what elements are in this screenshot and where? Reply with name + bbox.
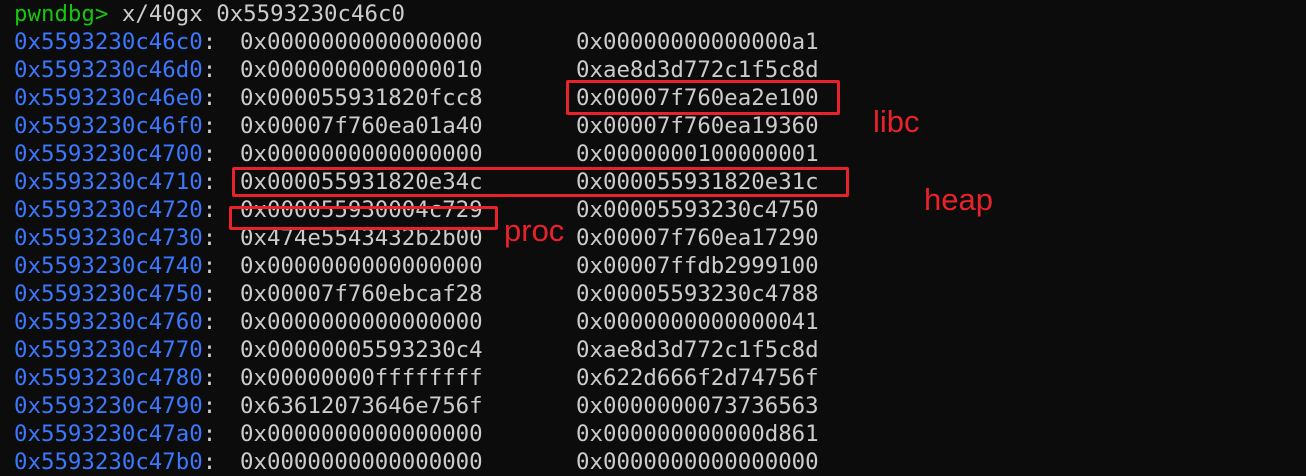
memory-value-1: 0x0000000000000000 (240, 421, 483, 447)
memory-value-1: 0x000055930004c729 (240, 197, 483, 223)
terminal-output: pwndbg> x/40gx 0x5593230c46c0 0x5593230c… (14, 0, 1306, 475)
memory-address: 0x5593230c4710 (14, 169, 203, 195)
memory-address: 0x5593230c4780 (14, 365, 203, 391)
memory-value-1: 0x00000005593230c4 (240, 337, 483, 363)
memory-row: 0x5593230c4710: 0x000055931820e34c 0x00005… (14, 169, 819, 195)
memory-row: 0x5593230c47a0: 0x0000000000000000 0x00000… (14, 421, 819, 447)
memory-address: 0x5593230c46e0 (14, 85, 203, 111)
heap-annotation: heap (924, 182, 993, 217)
memory-row: 0x5593230c46e0: 0x000055931820fcc8 0x00007… (14, 85, 819, 111)
memory-address: 0x5593230c46c0 (14, 29, 203, 55)
memory-address: 0x5593230c4700 (14, 141, 203, 167)
prompt: pwndbg> (14, 1, 109, 27)
memory-value-2: 0xae8d3d772c1f5c8d (576, 57, 819, 83)
memory-value-1: 0x63612073646e756f (240, 393, 483, 419)
memory-value-2: 0x00007f760ea17290 (576, 225, 819, 251)
memory-row: 0x5593230c4750: 0x00007f760ebcaf28 0x00005… (14, 281, 819, 307)
memory-row: 0x5593230c46d0: 0x0000000000000010 0xae8d3… (14, 57, 819, 83)
memory-row: 0x5593230c46c0: 0x0000000000000000 0x00000… (14, 29, 819, 55)
memory-value-2: 0x000055931820e31c (576, 169, 819, 195)
memory-value-2: 0x00000000000000a1 (576, 29, 819, 55)
memory-row: 0x5593230c4760: 0x0000000000000000 0x00000… (14, 309, 819, 335)
memory-row: 0x5593230c4720: 0x000055930004c729 0x00005… (14, 197, 819, 223)
memory-address: 0x5593230c46d0 (14, 57, 203, 83)
memory-address: 0x5593230c4790 (14, 393, 203, 419)
memory-value-2: 0x0000000000000041 (576, 309, 819, 335)
memory-row: 0x5593230c4780: 0x00000000ffffffff 0x622d6… (14, 365, 819, 391)
memory-address: 0x5593230c4770 (14, 337, 203, 363)
memory-address: 0x5593230c47b0 (14, 449, 203, 475)
memory-value-1: 0x0000000000000000 (240, 253, 483, 279)
memory-address: 0x5593230c4750 (14, 281, 203, 307)
memory-row: 0x5593230c4770: 0x00000005593230c4 0xae8d3… (14, 337, 819, 363)
command-line: pwndbg> x/40gx 0x5593230c46c0 (14, 0, 1306, 28)
memory-value-1: 0x0000000000000010 (240, 57, 483, 83)
memory-address: 0x5593230c47a0 (14, 421, 203, 447)
memory-value-2: 0x00007f760ea19360 (576, 113, 819, 139)
memory-address: 0x5593230c4760 (14, 309, 203, 335)
memory-row: 0x5593230c4790: 0x63612073646e756f 0x00000… (14, 393, 819, 419)
memory-address: 0x5593230c4740 (14, 253, 203, 279)
memory-value-1: 0x00007f760ebcaf28 (240, 281, 483, 307)
memory-value-1: 0x0000000000000000 (240, 449, 483, 475)
memory-address: 0x5593230c4720 (14, 197, 203, 223)
memory-row: 0x5593230c4700: 0x0000000000000000 0x00000… (14, 141, 819, 167)
memory-row: 0x5593230c47b0: 0x0000000000000000 0x00000… (14, 449, 819, 475)
memory-row: 0x5593230c46f0: 0x00007f760ea01a40 0x00007… (14, 113, 819, 139)
proc-annotation: proc (504, 213, 565, 248)
memory-value-1: 0x00000000ffffffff (240, 365, 483, 391)
memory-value-2: 0xae8d3d772c1f5c8d (576, 337, 819, 363)
memory-value-1: 0x0000000000000000 (240, 29, 483, 55)
memory-value-2: 0x00007ffdb2999100 (576, 253, 819, 279)
memory-value-1: 0x0000000000000000 (240, 141, 483, 167)
command-text: x/40gx 0x5593230c46c0 (108, 1, 405, 27)
memory-value-1: 0x000055931820e34c (240, 169, 483, 195)
memory-value-2: 0x0000000073736563 (576, 393, 819, 419)
libc-annotation: libc (873, 104, 920, 139)
memory-value-1: 0x0000000000000000 (240, 309, 483, 335)
memory-value-2: 0x000000000000d861 (576, 421, 819, 447)
memory-value-2: 0x00005593230c4750 (576, 197, 819, 223)
memory-value-1: 0x000055931820fcc8 (240, 85, 483, 111)
memory-address: 0x5593230c46f0 (14, 113, 203, 139)
memory-value-2: 0x00007f760ea2e100 (576, 85, 819, 111)
memory-address: 0x5593230c4730 (14, 225, 203, 251)
memory-row: 0x5593230c4740: 0x0000000000000000 0x00007… (14, 253, 819, 279)
memory-value-1: 0x474e5543432b2b00 (240, 225, 483, 251)
memory-value-2: 0x622d666f2d74756f (576, 365, 819, 391)
memory-value-2: 0x0000000000000000 (576, 449, 819, 475)
memory-row: 0x5593230c4730: 0x474e5543432b2b00 0x00007… (14, 225, 819, 251)
memory-value-1: 0x00007f760ea01a40 (240, 113, 483, 139)
memory-value-2: 0x0000000100000001 (576, 141, 819, 167)
memory-value-2: 0x00005593230c4788 (576, 281, 819, 307)
